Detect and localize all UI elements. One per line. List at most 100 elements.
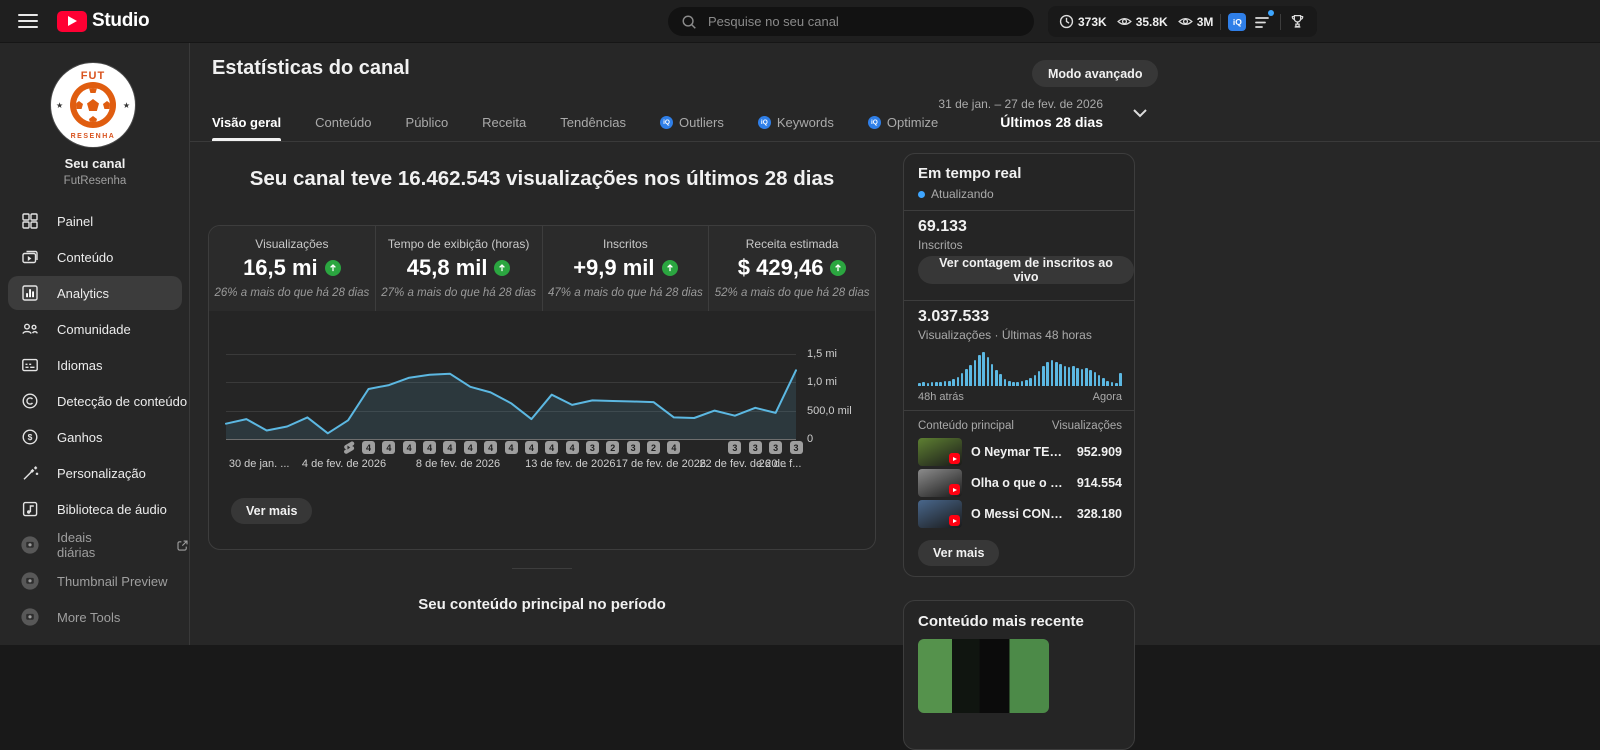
- upload-count-badge[interactable]: 4: [667, 441, 680, 454]
- youtube-studio-logo[interactable]: Studio: [57, 10, 149, 32]
- notification-dot: [1268, 10, 1274, 16]
- youtube-play-icon: [57, 11, 87, 32]
- sidebar: FUT ★ ★ RESENHA Seu canal FutResenha Pai…: [0, 43, 190, 645]
- realtime-bar: [1089, 370, 1092, 386]
- upload-count-badge[interactable]: 3: [790, 441, 803, 454]
- extension-stat[interactable]: 35.8K: [1116, 13, 1168, 30]
- advanced-mode-button[interactable]: Modo avançado: [1032, 60, 1158, 87]
- metric-card[interactable]: Inscritos +9,9 mil 47% a mais do que há …: [543, 226, 710, 311]
- realtime-bar: [918, 383, 921, 386]
- upload-count-badge[interactable]: 4: [484, 441, 497, 454]
- extension-stat[interactable]: 3M: [1177, 13, 1214, 30]
- video-title: O Neymar TENTOU um...: [971, 445, 1071, 459]
- section-divider: [512, 568, 572, 569]
- divider: [1220, 14, 1221, 30]
- sidebar-item-painel[interactable]: Painel: [0, 203, 190, 239]
- list-header-views: Visualizações: [1052, 420, 1122, 432]
- tab-keywords[interactable]: iQ Keywords: [758, 103, 834, 141]
- realtime-bar: [1042, 366, 1045, 386]
- realtime-card: Em tempo real Atualizando 69.133 Inscrit…: [903, 153, 1135, 577]
- tab-visao-geral[interactable]: Visão geral: [212, 103, 281, 141]
- search-input[interactable]: [708, 14, 998, 29]
- upload-count-badge[interactable]: 4: [525, 441, 538, 454]
- channel-handle: FutResenha: [0, 175, 190, 187]
- realtime-bar: [922, 382, 925, 386]
- sidebar-item-deteccao-de-conteudo[interactable]: Detecção de conteúdo: [0, 383, 190, 419]
- tab-publico[interactable]: Público: [406, 103, 449, 141]
- y-axis-label: 0: [807, 433, 813, 445]
- sidebar-item-personalizacao[interactable]: Personalização: [0, 455, 190, 491]
- search-bar[interactable]: [668, 7, 1034, 36]
- metric-card[interactable]: Tempo de exibição (horas) 45,8 mil 27% a…: [376, 226, 543, 311]
- metric-card[interactable]: Receita estimada $ 429,46 52% a mais do …: [709, 226, 875, 311]
- upload-count-badge[interactable]: 4: [403, 441, 416, 454]
- upload-count-badge[interactable]: 4: [545, 441, 558, 454]
- community-icon: [20, 319, 40, 339]
- sidebar-item-biblioteca-de-audio[interactable]: Biblioteca de áudio: [0, 491, 190, 527]
- youtube-studio-analytics-page: { "colors": { "accent_blue":"#3ea6ff", "…: [0, 0, 1600, 645]
- date-range-picker[interactable]: 31 de jan. – 27 de fev. de 2026 Últimos …: [923, 97, 1103, 130]
- upload-count-badge[interactable]: 4: [362, 441, 375, 454]
- live-sub-count-button[interactable]: Ver contagem de inscritos ao vivo: [918, 256, 1134, 284]
- tab-tendencias[interactable]: Tendências: [560, 103, 626, 141]
- clock-icon: [1058, 13, 1075, 30]
- see-more-button[interactable]: Ver mais: [231, 498, 312, 524]
- upload-count-badge[interactable]: 2: [606, 441, 619, 454]
- x-axis-label: 30 de jan. ...: [229, 458, 290, 470]
- y-axis-label: 1,5 mi: [807, 348, 837, 360]
- sidebar-item-ideais-diarias[interactable]: Ideais diárias: [0, 527, 190, 563]
- tab-outliers[interactable]: iQ Outliers: [660, 103, 724, 141]
- sidebar-item-ganhos[interactable]: $ Ganhos: [0, 419, 190, 455]
- upload-count-badge[interactable]: 3: [769, 441, 782, 454]
- realtime-bar: [1119, 373, 1122, 386]
- recent-video-thumbnail[interactable]: [918, 639, 1049, 713]
- realtime-bar: [1076, 368, 1079, 386]
- realtime-bar-chart: [918, 350, 1122, 386]
- x-axis-label: 4 de fev. de 2026: [302, 458, 386, 470]
- list-header-content: Conteúdo principal: [918, 420, 1014, 432]
- sidebar-item-idiomas[interactable]: Idiomas: [0, 347, 190, 383]
- realtime-see-more-button[interactable]: Ver mais: [918, 540, 999, 566]
- chevron-down-icon[interactable]: [1130, 106, 1150, 122]
- upload-count-badge[interactable]: 4: [423, 441, 436, 454]
- upload-count-badge[interactable]: 4: [443, 441, 456, 454]
- overview-headline: Seu canal teve 16.462.543 visualizações …: [208, 167, 876, 191]
- realtime-bar: [1021, 381, 1024, 386]
- sidebar-item-conteudo[interactable]: Conteúdo: [0, 239, 190, 275]
- vidiq-icon[interactable]: iQ: [1228, 13, 1246, 31]
- top-video-row[interactable]: O Neymar TENTOU um... 952.909: [918, 438, 1122, 466]
- upload-count-badge[interactable]: 3: [749, 441, 762, 454]
- date-range-text: 31 de jan. – 27 de fev. de 2026: [923, 97, 1103, 111]
- sidebar-item-thumbnail-preview[interactable]: Thumbnail Preview: [0, 563, 190, 599]
- earnings-icon: $: [20, 427, 40, 447]
- top-video-row[interactable]: Olha o que o Neymar f... 914.554: [918, 469, 1122, 497]
- upload-count-badge[interactable]: 4: [382, 441, 395, 454]
- upload-count-badge[interactable]: 4: [505, 441, 518, 454]
- upload-count-badge[interactable]: 3: [627, 441, 640, 454]
- top-video-row[interactable]: O Messi CONSEGUIU E... 328.180: [918, 500, 1122, 528]
- updating-status: Atualizando: [918, 187, 994, 201]
- extension-stat[interactable]: 373K: [1058, 13, 1107, 30]
- trophy-icon[interactable]: [1288, 12, 1307, 31]
- upload-count-badge[interactable]: 4: [566, 441, 579, 454]
- realtime-bar: [1012, 382, 1015, 386]
- sort-lines-icon[interactable]: [1253, 12, 1273, 32]
- sidebar-item-analytics[interactable]: Analytics: [0, 275, 190, 311]
- sidebar-item-label: Painel: [57, 214, 93, 229]
- upload-count-badge[interactable]: 2: [647, 441, 660, 454]
- extension-stat-value: 3M: [1197, 15, 1214, 29]
- sidebar-item-comunidade[interactable]: Comunidade: [0, 311, 190, 347]
- upload-count-badge[interactable]: 4: [464, 441, 477, 454]
- axis-left-label: 48h atrás: [918, 391, 964, 403]
- tab-receita[interactable]: Receita: [482, 103, 526, 141]
- tab-conteudo[interactable]: Conteúdo: [315, 103, 371, 141]
- realtime-bar: [1081, 369, 1084, 386]
- channel-avatar[interactable]: FUT ★ ★ RESENHA: [51, 63, 135, 147]
- upload-count-badge[interactable]: 3: [728, 441, 741, 454]
- menu-icon[interactable]: [18, 14, 38, 28]
- metric-card[interactable]: Visualizações 16,5 mi 26% a mais do que …: [209, 226, 376, 311]
- sidebar-item-more-tools[interactable]: More Tools: [0, 599, 190, 635]
- overview-card: Visualizações 16,5 mi 26% a mais do que …: [208, 225, 876, 550]
- shorts-icon[interactable]: [342, 441, 355, 454]
- upload-count-badge[interactable]: 3: [586, 441, 599, 454]
